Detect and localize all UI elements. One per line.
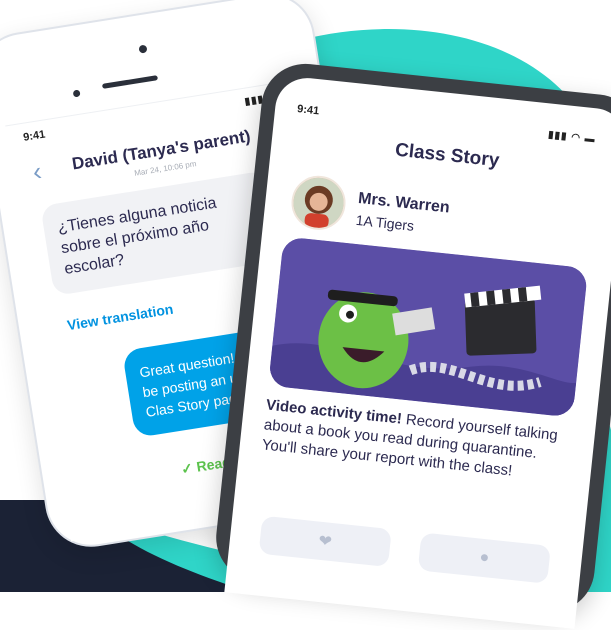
avatar-image bbox=[291, 175, 347, 231]
back-chevron-icon[interactable]: ‹ bbox=[30, 156, 43, 187]
status-time: 9:41 bbox=[22, 128, 47, 144]
comment-icon: ● bbox=[478, 548, 491, 567]
story-phone-body: 9:41 ▮▮▮ ◠ ▬ Class Story Mrs. Warren 1A … bbox=[211, 59, 611, 629]
sensor-icon bbox=[72, 89, 81, 98]
class-name: 1A Tigers bbox=[355, 211, 415, 234]
signal-wifi-battery-icon: ▮▮▮ ◠ ▬ bbox=[547, 129, 597, 146]
teacher-avatar[interactable] bbox=[288, 173, 349, 233]
story-phone: 9:41 ▮▮▮ ◠ ▬ Class Story Mrs. Warren 1A … bbox=[211, 59, 611, 629]
status-time: 9:41 bbox=[296, 103, 320, 118]
view-translation-link[interactable]: View translation bbox=[66, 301, 174, 334]
heart-icon: ❤ bbox=[317, 532, 333, 552]
camera-icon bbox=[138, 44, 148, 54]
comment-button[interactable]: ● bbox=[417, 532, 551, 584]
monster-clapperboard-illustration bbox=[268, 236, 589, 418]
caption-body: Record yourself talking about a book you… bbox=[261, 410, 559, 480]
speaker-grille bbox=[101, 75, 159, 89]
story-video-thumbnail[interactable] bbox=[268, 236, 589, 418]
like-button[interactable]: ❤ bbox=[258, 515, 392, 568]
story-screen: 9:41 ▮▮▮ ◠ ▬ Class Story Mrs. Warren 1A … bbox=[224, 74, 611, 629]
